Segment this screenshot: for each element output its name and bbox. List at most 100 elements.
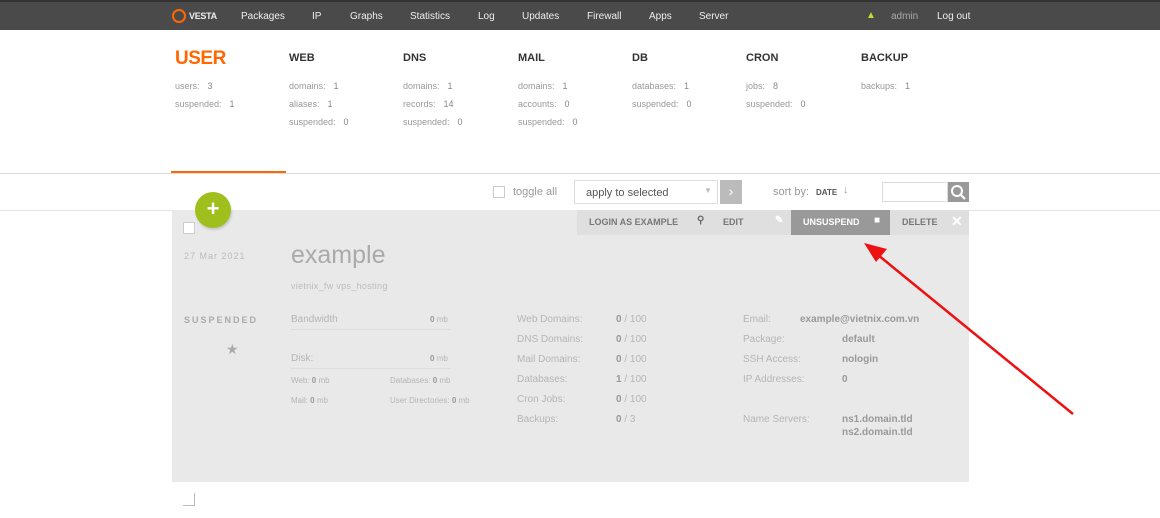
stat-db-databases: databases: 1 bbox=[632, 81, 690, 91]
pencil-icon: ✎ bbox=[775, 215, 784, 226]
nav-log[interactable]: Log bbox=[478, 11, 495, 22]
limit-label: Mail Domains: bbox=[517, 354, 581, 365]
stat-users: users: 3 bbox=[175, 81, 213, 91]
stat-mail-domains: domains: 1 bbox=[518, 81, 568, 91]
nav-apps[interactable]: Apps bbox=[649, 11, 672, 22]
ssh-access-label: SSH Access: bbox=[743, 354, 801, 365]
disk-value: 0 mb bbox=[430, 354, 448, 363]
disk-user-directories: User Directories: 0 mb bbox=[390, 396, 470, 405]
user-actions: LOGIN AS EXAMPLE ⚲ EDIT ✎ UNSUSPEND ■ DE… bbox=[577, 210, 969, 235]
stat-cron-jobs: jobs: 8 bbox=[746, 81, 779, 91]
toggle-all-label[interactable]: toggle all bbox=[513, 186, 557, 198]
ssh-access-value: nologin bbox=[842, 354, 879, 365]
nav-firewall[interactable]: Firewall bbox=[587, 11, 621, 22]
stats-mail[interactable]: MAIL bbox=[518, 52, 545, 68]
delete-button[interactable]: DELETE ✕ bbox=[890, 210, 969, 235]
edit-label: EDIT bbox=[723, 217, 744, 227]
limit-label: Databases: bbox=[517, 374, 568, 385]
name-server-2: ns2.domain.tld bbox=[842, 427, 913, 438]
stat-dns-records: records: 14 bbox=[403, 99, 454, 109]
limit-value: 0 / 100 bbox=[616, 314, 647, 325]
stats-mail-title[interactable]: MAIL bbox=[518, 52, 545, 68]
search-button[interactable] bbox=[948, 182, 969, 202]
nav-server[interactable]: Server bbox=[699, 11, 728, 22]
bandwidth-value: 0 mb bbox=[430, 315, 448, 324]
limit-value: 0 / 3 bbox=[616, 414, 636, 425]
bell-icon[interactable]: ▲ bbox=[866, 10, 876, 21]
disk-web: Web: 0 mb bbox=[291, 376, 330, 385]
stat-db-suspended: suspended: 0 bbox=[632, 99, 692, 109]
package-label: Package: bbox=[743, 334, 785, 345]
email-label: Email: bbox=[743, 314, 771, 325]
search-input[interactable] bbox=[882, 182, 948, 202]
sort-by-value[interactable]: DATE bbox=[816, 188, 837, 197]
login-as-label: LOGIN AS EXAMPLE bbox=[589, 217, 679, 227]
disk-label: Disk: bbox=[291, 353, 314, 364]
stat-mail-accounts: accounts: 0 bbox=[518, 99, 570, 109]
stats-user[interactable]: USER bbox=[175, 48, 226, 69]
chevron-down-icon: ▼ bbox=[704, 186, 712, 195]
limit-value: 0 / 100 bbox=[616, 354, 647, 365]
stats-backup-title[interactable]: BACKUP bbox=[861, 52, 908, 68]
limit-value: 0 / 100 bbox=[616, 394, 647, 405]
stat-web-suspended: suspended: 0 bbox=[289, 117, 349, 127]
corner-mark bbox=[183, 493, 195, 506]
disk-databases: Databases: 0 mb bbox=[390, 376, 451, 385]
stats-user-title[interactable]: USER bbox=[175, 48, 226, 69]
unsuspend-label: UNSUSPEND bbox=[803, 217, 860, 227]
stats-web-title[interactable]: WEB bbox=[289, 52, 315, 68]
vesta-logo[interactable]: VESTA bbox=[172, 9, 217, 23]
stat-web-aliases: aliases: 1 bbox=[289, 99, 333, 109]
stat-web-domains: domains: 1 bbox=[289, 81, 339, 91]
star-icon[interactable]: ★ bbox=[226, 341, 239, 358]
key-icon: ⚲ bbox=[697, 215, 705, 226]
stats-cron[interactable]: CRON bbox=[746, 52, 778, 68]
stats-dns-title[interactable]: DNS bbox=[403, 52, 426, 68]
nav-packages[interactable]: Packages bbox=[241, 11, 285, 22]
stats-backup[interactable]: BACKUP bbox=[861, 52, 908, 68]
search-icon bbox=[951, 185, 966, 200]
nav-statistics[interactable]: Statistics bbox=[410, 11, 450, 22]
stats-cron-title[interactable]: CRON bbox=[746, 52, 778, 68]
stat-mail-suspended: suspended: 0 bbox=[518, 117, 578, 127]
toggle-all-checkbox[interactable] bbox=[493, 186, 505, 198]
stat-dns-suspended: suspended: 0 bbox=[403, 117, 463, 127]
add-user-button[interactable]: + bbox=[195, 192, 231, 228]
ip-addresses-label: IP Addresses: bbox=[743, 374, 805, 385]
user-name: example bbox=[291, 241, 386, 269]
nav-ip[interactable]: IP bbox=[312, 11, 321, 22]
package-value: default bbox=[842, 334, 875, 345]
disk-bar bbox=[291, 368, 451, 369]
admin-user-link[interactable]: admin bbox=[891, 11, 918, 22]
user-date: 27 Mar 2021 bbox=[184, 251, 246, 261]
unsuspend-button[interactable]: UNSUSPEND ■ bbox=[791, 210, 890, 235]
user-select-checkbox[interactable] bbox=[183, 222, 195, 234]
name-servers-label: Name Servers: bbox=[743, 414, 810, 425]
stats-db[interactable]: DB bbox=[632, 52, 648, 68]
stats-web[interactable]: WEB bbox=[289, 52, 315, 68]
login-as-button[interactable]: LOGIN AS EXAMPLE ⚲ bbox=[577, 210, 711, 235]
stats-dns[interactable]: DNS bbox=[403, 52, 426, 68]
email-value: example@vietnix.com.vn bbox=[800, 314, 920, 325]
stats-db-title[interactable]: DB bbox=[632, 52, 648, 68]
edit-button[interactable]: EDIT ✎ bbox=[711, 210, 791, 235]
stat-cron-suspended: suspended: 0 bbox=[746, 99, 806, 109]
limit-label: Cron Jobs: bbox=[517, 394, 566, 405]
sort-direction-icon[interactable]: ↓ bbox=[843, 184, 849, 196]
apply-go-button[interactable]: › bbox=[720, 180, 742, 204]
bulk-action-select[interactable]: apply to selected bbox=[574, 180, 718, 204]
disk-mail: Mail: 0 mb bbox=[291, 396, 328, 405]
limit-value: 0 / 100 bbox=[616, 334, 647, 345]
nav-graphs[interactable]: Graphs bbox=[350, 11, 383, 22]
limit-label: Web Domains: bbox=[517, 314, 583, 325]
name-server-1: ns1.domain.tld bbox=[842, 414, 913, 425]
close-icon: ✕ bbox=[951, 213, 963, 229]
stat-dns-domains: domains: 1 bbox=[403, 81, 453, 91]
stat-backups: backups: 1 bbox=[861, 81, 911, 91]
ip-addresses-value: 0 bbox=[842, 374, 848, 385]
logout-link[interactable]: Log out bbox=[937, 11, 970, 22]
status-badge: SUSPENDED bbox=[184, 315, 259, 325]
logo-circle-icon bbox=[172, 9, 186, 23]
sort-by-label: sort by: bbox=[773, 186, 810, 198]
nav-updates[interactable]: Updates bbox=[522, 11, 559, 22]
